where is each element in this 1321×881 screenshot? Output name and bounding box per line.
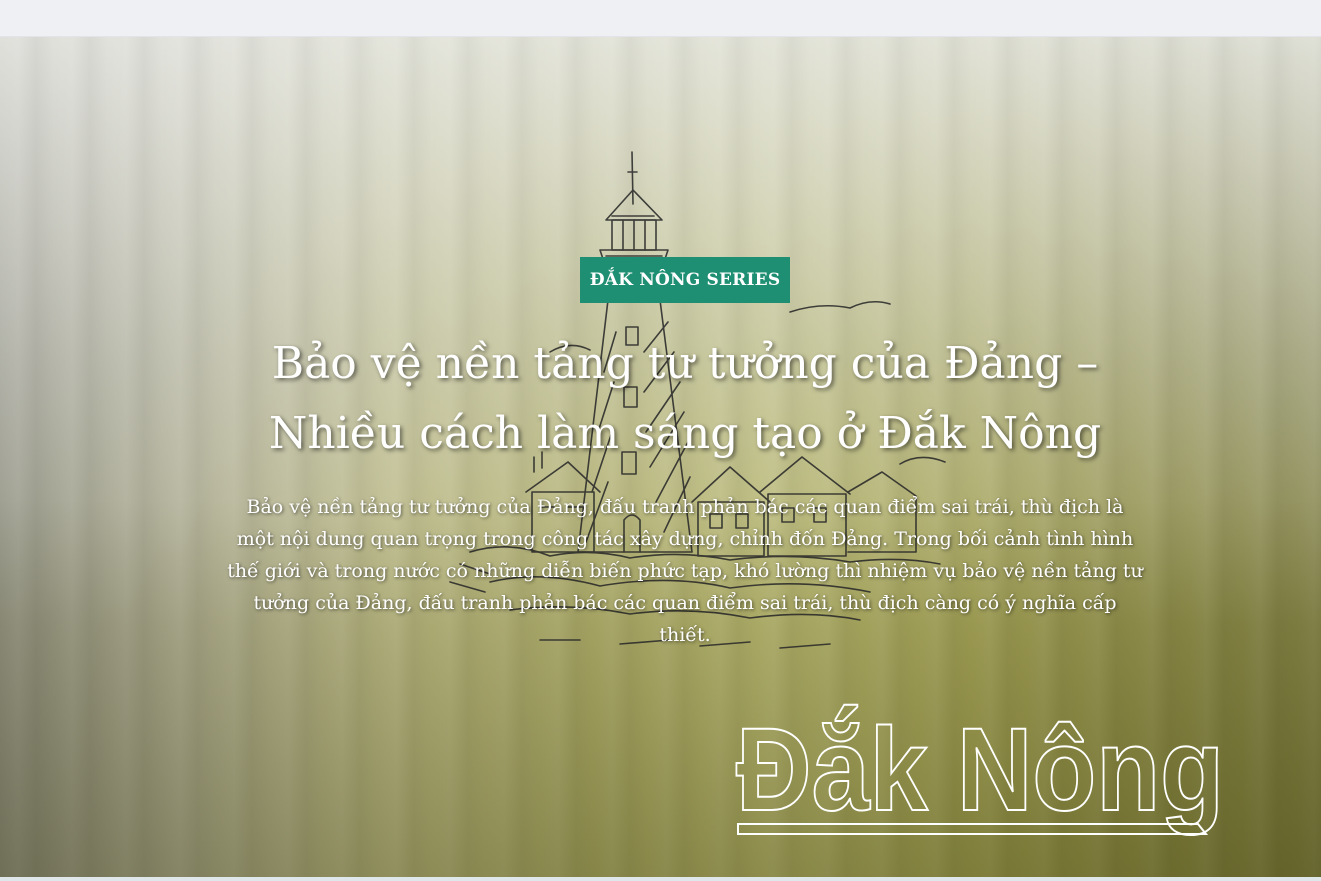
bottom-divider [0, 877, 1321, 881]
title-line-2: Nhiều cách làm sáng tạo ở Đắk Nông [268, 408, 1102, 459]
title-line-1: Bảo vệ nền tảng tư tưởng của Đảng – [271, 338, 1099, 389]
series-badge[interactable]: ĐẮK NÔNG SERIES [580, 257, 790, 303]
article-summary: Bảo vệ nền tảng tư tưởng của Đảng, đấu t… [227, 496, 1143, 646]
top-bar [0, 0, 1321, 37]
hero-banner: ĐẮK NÔNG SERIES Bảo vệ nền tảng tư tưởng… [0, 37, 1321, 877]
logo-text: Đắk Nông [736, 704, 1224, 836]
dak-nong-logo: Đắk Nông [735, 703, 1225, 837]
page-title: Bảo vệ nền tảng tư tưởng của Đảng – Nhiề… [210, 329, 1160, 469]
